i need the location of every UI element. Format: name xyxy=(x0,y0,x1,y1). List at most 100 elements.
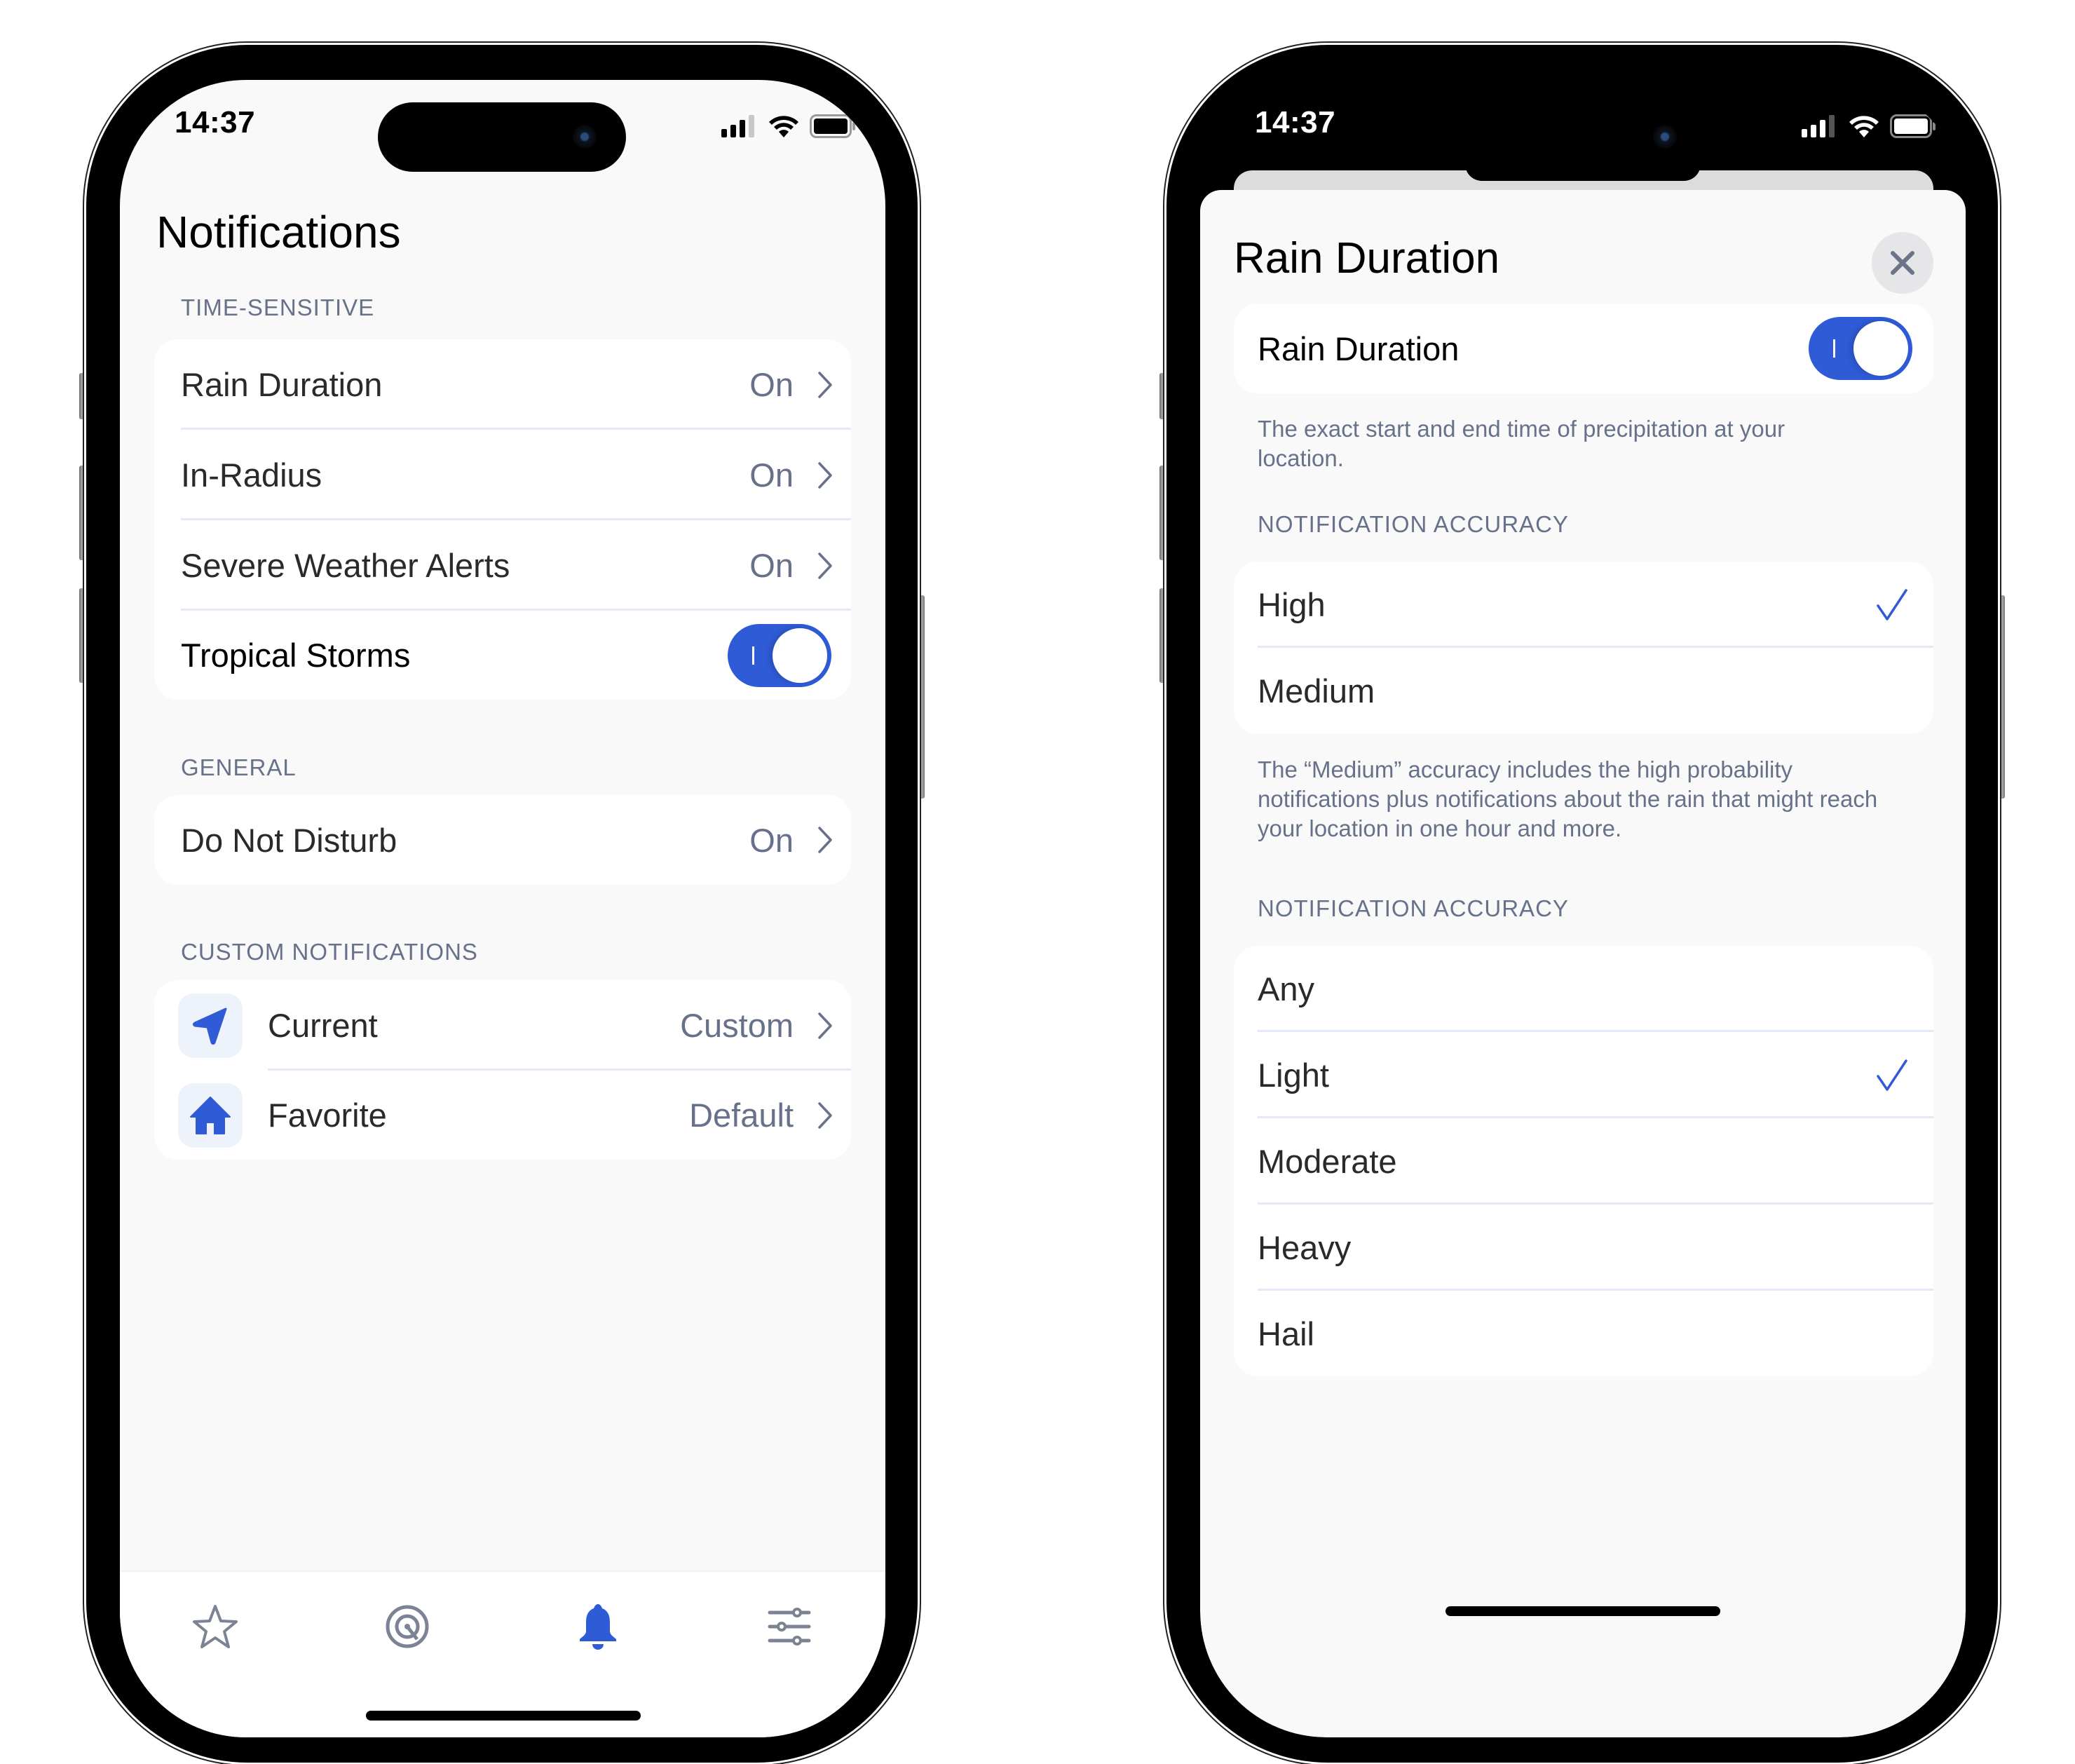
option-light[interactable]: Light xyxy=(1234,1032,1933,1118)
row-label: Severe Weather Alerts xyxy=(181,547,510,584)
row-value: On xyxy=(749,821,794,859)
option-hail[interactable]: Hail xyxy=(1234,1291,1933,1376)
chevron-right-icon xyxy=(818,371,832,398)
option-medium[interactable]: Medium xyxy=(1234,648,1933,734)
rain-duration-sheet: Rain Duration Rain Duration The exact st… xyxy=(1200,190,1966,1737)
signal-icon xyxy=(721,115,754,137)
wifi-icon xyxy=(1849,116,1879,137)
section-header-time-sensitive: TIME-SENSITIVE xyxy=(181,294,375,320)
rain-duration-screen: 14:37 Rain Duration Rain Duration The ex… xyxy=(1200,80,1966,1737)
chevron-right-icon xyxy=(818,827,832,853)
row-severe-weather-alerts[interactable]: Severe Weather Alerts On xyxy=(154,520,851,611)
accuracy-description: The “Medium” accuracy includes the high … xyxy=(1258,757,1878,841)
row-value: On xyxy=(749,456,794,494)
section-header-custom-notifications: CUSTOM NOTIFICATIONS xyxy=(181,939,478,965)
option-label: Heavy xyxy=(1258,1229,1352,1266)
wifi-icon xyxy=(769,116,798,137)
tropical-storms-toggle[interactable] xyxy=(728,623,831,687)
row-rain-duration[interactable]: Rain Duration On xyxy=(154,339,851,430)
rain-duration-description: The exact start and end time of precipit… xyxy=(1258,416,1785,471)
option-label: Light xyxy=(1258,1057,1329,1094)
option-label: Moderate xyxy=(1258,1143,1397,1180)
row-value: Custom xyxy=(680,1007,794,1044)
home-tile xyxy=(178,1083,243,1148)
row-in-radius[interactable]: In-Radius On xyxy=(154,430,851,520)
mute-switch xyxy=(79,373,85,419)
option-high[interactable]: High xyxy=(1234,562,1933,648)
section-header-intensity: NOTIFICATION ACCURACY xyxy=(1258,895,1569,921)
row-label: In-Radius xyxy=(181,456,322,494)
row-rain-duration-toggle: Rain Duration xyxy=(1234,304,1933,393)
row-current[interactable]: Current Custom xyxy=(154,980,851,1071)
star-icon xyxy=(193,1605,238,1648)
sheet-title: Rain Duration xyxy=(1234,234,1500,283)
option-label: Medium xyxy=(1258,672,1375,710)
power-button xyxy=(919,595,925,799)
intensity-card: Any Light Moderate Heavy Hail xyxy=(1234,946,1933,1376)
checkmark-icon xyxy=(1877,588,1907,620)
close-button[interactable] xyxy=(1872,232,1933,294)
status-bar: 14:37 xyxy=(120,80,885,178)
home-indicator xyxy=(1445,1606,1720,1616)
dynamic-island xyxy=(378,102,626,172)
notifications-screen: 14:37 Notifications TIME-SENSITIVE Rain … xyxy=(120,80,885,1737)
home-indicator xyxy=(366,1711,641,1721)
camera-icon xyxy=(1653,125,1677,149)
chevron-right-icon xyxy=(818,1012,832,1039)
section-header-general: GENERAL xyxy=(181,754,297,780)
volume-down-button xyxy=(1159,588,1165,683)
volume-up-button xyxy=(79,466,85,560)
row-tropical-storms: Tropical Storms xyxy=(154,611,851,700)
left-phone: 14:37 Notifications TIME-SENSITIVE Rain … xyxy=(79,45,925,1763)
row-label: Current xyxy=(268,1007,378,1044)
tab-bar xyxy=(120,1570,885,1737)
tab-favorites[interactable] xyxy=(187,1599,243,1655)
option-label: Hail xyxy=(1258,1315,1314,1352)
camera-icon xyxy=(573,125,597,149)
row-do-not-disturb[interactable]: Do Not Disturb On xyxy=(154,795,851,885)
battery-icon xyxy=(1890,114,1935,138)
sliders-icon xyxy=(768,1608,811,1646)
power-button xyxy=(1999,595,2005,799)
option-moderate[interactable]: Moderate xyxy=(1234,1118,1933,1205)
chevron-right-icon xyxy=(818,552,832,579)
accuracy-card: High Medium xyxy=(1234,562,1933,734)
mute-switch xyxy=(1159,373,1165,419)
toggle-knob xyxy=(1853,321,1908,376)
toggle-on-mark xyxy=(752,646,754,665)
rain-duration-toggle-card: Rain Duration xyxy=(1234,304,1933,393)
location-arrow-icon xyxy=(193,1007,227,1045)
time-sensitive-card: Rain Duration On In-Radius On Severe Wea… xyxy=(154,339,851,700)
section-header-accuracy: NOTIFICATION ACCURACY xyxy=(1258,511,1569,537)
signal-icon xyxy=(1802,115,1835,137)
option-label: Any xyxy=(1258,970,1314,1007)
row-label: Rain Duration xyxy=(1258,330,1460,367)
general-card: Do Not Disturb On xyxy=(154,795,851,885)
custom-notifications-card: Current Custom Favorite Default xyxy=(154,980,851,1160)
chevron-right-icon xyxy=(818,1101,832,1129)
row-label: Favorite xyxy=(268,1097,387,1134)
option-any[interactable]: Any xyxy=(1234,946,1933,1032)
toggle-on-mark xyxy=(1833,339,1835,358)
row-value: Default xyxy=(689,1097,794,1134)
option-label: High xyxy=(1258,586,1326,623)
chevron-right-icon xyxy=(818,461,832,489)
right-phone: 14:37 Rain Duration Rain Duration The ex… xyxy=(1159,45,2005,1763)
tab-radar[interactable] xyxy=(379,1599,435,1655)
row-label: Tropical Storms xyxy=(181,637,411,674)
row-label: Rain Duration xyxy=(181,366,383,403)
close-icon xyxy=(1891,251,1914,275)
page-title: Notifications xyxy=(156,207,401,257)
island-edge xyxy=(1465,157,1701,181)
tab-settings[interactable] xyxy=(761,1599,817,1655)
battery-icon xyxy=(810,114,855,138)
checkmark-icon xyxy=(1877,1059,1907,1091)
row-favorite[interactable]: Favorite Default xyxy=(154,1071,851,1160)
rain-duration-toggle[interactable] xyxy=(1809,317,1912,380)
location-tile xyxy=(178,993,243,1058)
status-time: 14:37 xyxy=(175,105,256,140)
option-heavy[interactable]: Heavy xyxy=(1234,1205,1933,1291)
volume-down-button xyxy=(79,588,85,683)
tab-notifications[interactable] xyxy=(570,1599,626,1655)
row-value: On xyxy=(749,547,794,584)
